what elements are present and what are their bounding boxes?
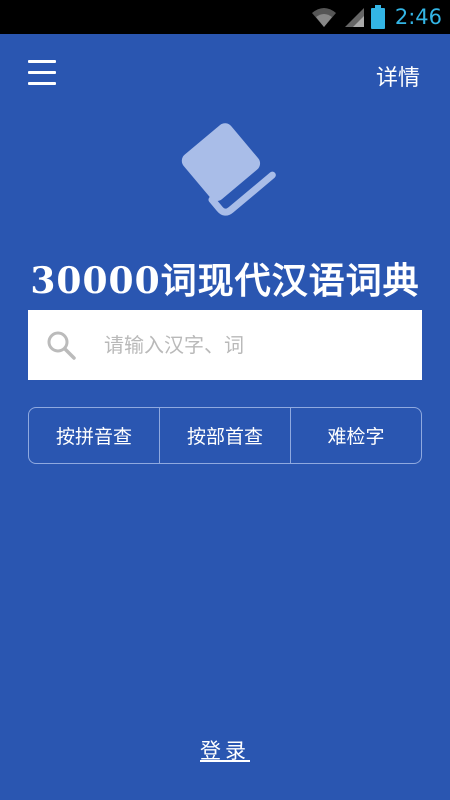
pinyin-lookup-button[interactable]: 按拼音查 — [29, 408, 159, 463]
status-bar: 2:46 — [0, 0, 450, 34]
signal-icon — [344, 8, 364, 27]
detail-button[interactable]: 详情 — [376, 60, 420, 92]
book-icon — [181, 123, 276, 216]
search-box[interactable] — [28, 310, 422, 380]
radical-lookup-button[interactable]: 按部首查 — [159, 408, 290, 463]
lookup-button-group: 按拼音查 按部首查 难检字 — [28, 407, 422, 464]
difficult-char-button[interactable]: 难检字 — [290, 408, 421, 463]
search-icon[interactable] — [46, 330, 76, 360]
battery-icon — [370, 5, 385, 29]
hamburger-menu-icon[interactable] — [28, 60, 56, 85]
wifi-icon — [311, 8, 336, 27]
status-time: 2:46 — [394, 5, 442, 29]
search-input[interactable] — [104, 333, 404, 357]
app-title: 30000词现代汉语词典 — [30, 260, 420, 302]
login-link[interactable]: 登录 — [0, 735, 450, 765]
